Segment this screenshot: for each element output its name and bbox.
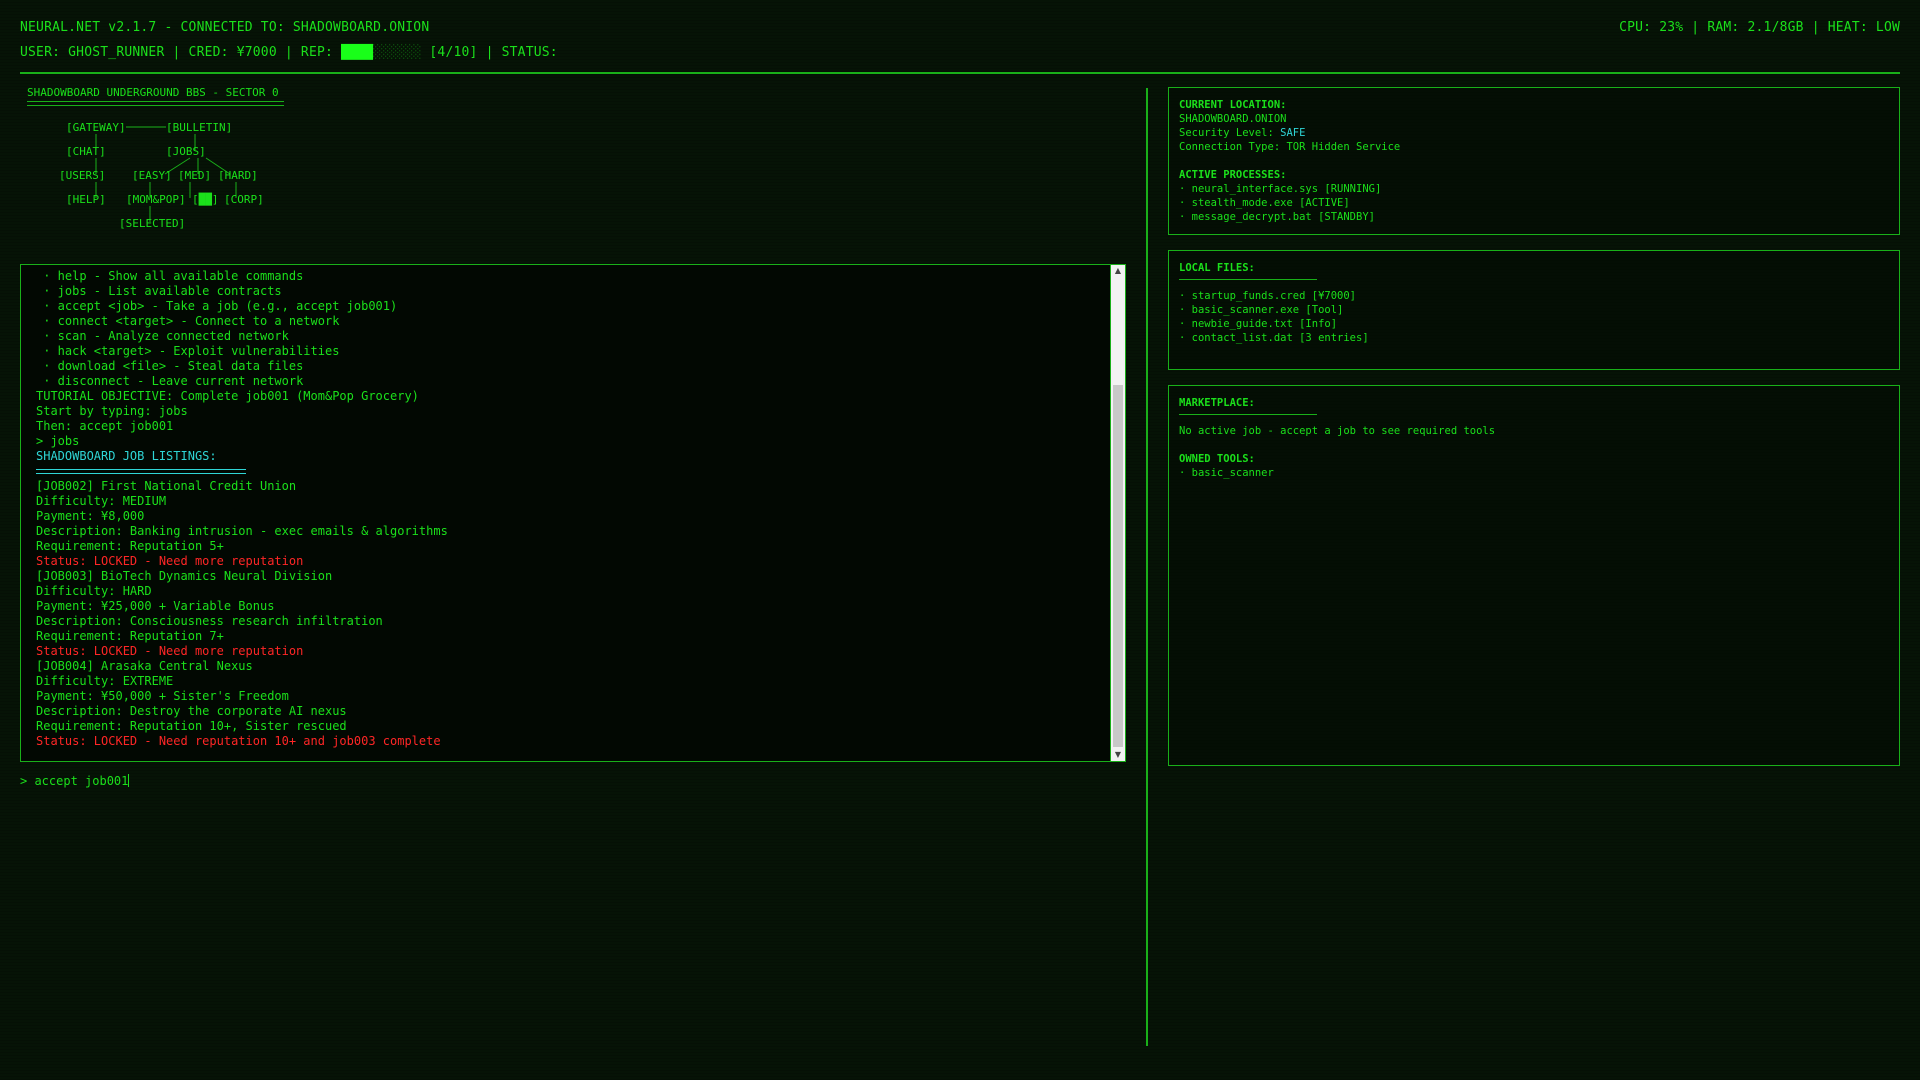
- terminal-line: Requirement: Reputation 10+, Sister resc…: [36, 719, 347, 733]
- processes-heading: ACTIVE PROCESSES:: [1179, 169, 1287, 181]
- bbs-title-underline: [27, 101, 284, 106]
- terminal-line: · scan - Analyze connected network: [36, 329, 289, 343]
- marketplace-panel: MARKETPLACE: No active job - accept a jo…: [1168, 385, 1900, 766]
- reputation-bar-empty: ░░░░░░: [373, 45, 422, 60]
- map-node-chat[interactable]: [CHAT]: [66, 146, 106, 158]
- marketplace-heading-rule: [1179, 414, 1317, 415]
- reputation-bar-filled: ████: [341, 45, 374, 60]
- file-item[interactable]: · contact_list.dat [3 entries]: [1179, 331, 1879, 345]
- location-heading: CURRENT LOCATION:: [1179, 99, 1287, 111]
- command-prompt: >: [20, 774, 35, 788]
- terminal-line: Difficulty: MEDIUM: [36, 494, 167, 508]
- file-item[interactable]: · basic_scanner.exe [Tool]: [1179, 303, 1879, 317]
- reputation-status-text: [4/10] | STATUS:: [421, 45, 558, 60]
- location-host: SHADOWBOARD.ONION: [1179, 113, 1287, 125]
- system-stats: CPU: 23% | RAM: 2.1/8GB | HEAT: LOW: [1619, 20, 1900, 35]
- terminal-line: Difficulty: EXTREME: [36, 674, 174, 688]
- terminal-line: Payment: ¥8,000: [36, 509, 145, 523]
- terminal-line: Requirement: Reputation 7+: [36, 629, 224, 643]
- map-node-users[interactable]: [USERS]: [59, 170, 105, 182]
- terminal-line: · connect <target> - Connect to a networ…: [36, 314, 340, 328]
- marketplace-heading: MARKETPLACE:: [1179, 397, 1255, 409]
- security-value: SAFE: [1280, 127, 1306, 139]
- terminal-line: Description: Consciousness research infi…: [36, 614, 383, 628]
- bbs-network-map: [GATEWAY] [BULLETIN] [CHAT] [JOBS] [USER…: [40, 120, 360, 250]
- terminal-line: · disconnect - Leave current network: [36, 374, 304, 388]
- terminal-scrollbar[interactable]: ▲ ▼: [1110, 265, 1125, 761]
- terminal-line: · help - Show all available commands: [36, 269, 304, 283]
- process-item: · stealth_mode.exe [ACTIVE]: [1179, 197, 1350, 209]
- current-node-open-bracket: [: [192, 193, 199, 206]
- terminal-line: · accept <job> - Take a job (e.g., accep…: [36, 299, 398, 313]
- user-cred-text: USER: GHOST_RUNNER | CRED: ¥7000 | REP:: [20, 45, 342, 60]
- terminal-line: Payment: ¥50,000 + Sister's Freedom: [36, 689, 289, 703]
- connection-title: NEURAL.NET v2.1.7 - CONNECTED TO: SHADOW…: [20, 20, 430, 35]
- map-node-help[interactable]: [HELP]: [66, 194, 106, 206]
- map-connections: [95, 126, 237, 222]
- terminal-line: TUTORIAL OBJECTIVE: Complete job001 (Mom…: [36, 389, 419, 403]
- terminal-line: Status: LOCKED - Need reputation 10+ and…: [36, 734, 441, 748]
- command-input[interactable]: > accept job001: [20, 774, 130, 788]
- status-header: NEURAL.NET v2.1.7 - CONNECTED TO: SHADOW…: [20, 14, 1900, 74]
- terminal-lines: · help - Show all available commands · j…: [36, 269, 1106, 749]
- terminal-line: > jobs: [36, 434, 80, 448]
- command-input-value[interactable]: accept job001: [34, 774, 128, 788]
- security-level: Security Level: SAFE: [1179, 126, 1879, 140]
- terminal-line: Difficulty: HARD: [36, 584, 152, 598]
- terminal-line: [JOB004] Arasaka Central Nexus: [36, 659, 253, 673]
- terminal-line: Status: LOCKED - Need more reputation: [36, 644, 304, 658]
- local-files-panel: LOCAL FILES: · startup_funds.cred [¥7000…: [1168, 250, 1900, 370]
- map-node-easy[interactable]: [EASY]: [132, 170, 172, 182]
- terminal-line: Description: Destroy the corporate AI ne…: [36, 704, 347, 718]
- panel-divider: [1146, 88, 1148, 1046]
- owned-tools-heading: OWNED TOOLS:: [1179, 453, 1255, 465]
- listing-rule: [36, 464, 1106, 479]
- map-node-bulletin[interactable]: [BULLETIN]: [166, 122, 232, 134]
- listing-rule-bar: [36, 469, 246, 474]
- terminal-line: · hack <target> - Exploit vulnerabilitie…: [36, 344, 340, 358]
- file-item[interactable]: · startup_funds.cred [¥7000]: [1179, 289, 1879, 303]
- process-item: · message_decrypt.bat [STANDBY]: [1179, 211, 1375, 223]
- location-panel: CURRENT LOCATION: SHADOWBOARD.ONION Secu…: [1168, 87, 1900, 235]
- scroll-up-arrow-icon[interactable]: ▲: [1111, 265, 1125, 277]
- scroll-down-arrow-icon[interactable]: ▼: [1111, 749, 1125, 761]
- terminal-line: · jobs - List available contracts: [36, 284, 282, 298]
- map-node-selected: [SELECTED]: [119, 217, 186, 230]
- main-console: SHADOWBOARD UNDERGROUND BBS - SECTOR 0 […: [20, 86, 1126, 1046]
- map-node-jobs[interactable]: [JOBS]: [166, 146, 206, 158]
- map-node-hard[interactable]: [HARD]: [218, 170, 258, 182]
- scroll-thumb[interactable]: [1113, 385, 1123, 747]
- terminal-line: [JOB002] First National Credit Union: [36, 479, 297, 493]
- map-node-current[interactable]: [██]: [192, 194, 219, 206]
- terminal-line: Requirement: Reputation 5+: [36, 539, 224, 553]
- user-status-line: USER: GHOST_RUNNER | CRED: ¥7000 | REP: …: [20, 45, 558, 60]
- process-item: · neural_interface.sys [RUNNING]: [1179, 183, 1382, 195]
- files-heading: LOCAL FILES:: [1179, 262, 1255, 274]
- map-node-corp[interactable]: [CORP]: [224, 194, 264, 206]
- map-node-gateway[interactable]: [GATEWAY]: [66, 122, 126, 134]
- file-item[interactable]: · newbie_guide.txt [Info]: [1179, 317, 1879, 331]
- owned-tool-item[interactable]: · basic_scanner: [1179, 466, 1879, 480]
- connection-type: Connection Type: TOR Hidden Service: [1179, 141, 1401, 153]
- map-node-mompop[interactable]: [MOM&POP]: [126, 194, 186, 206]
- files-heading-rule: [1179, 279, 1317, 280]
- current-position-marker: ██: [198, 193, 212, 206]
- terminal-line: SHADOWBOARD JOB LISTINGS:: [36, 449, 217, 463]
- text-cursor: [128, 774, 130, 787]
- map-node-med[interactable]: [MED]: [178, 170, 211, 182]
- bbs-title: SHADOWBOARD UNDERGROUND BBS - SECTOR 0: [27, 86, 279, 99]
- terminal-line: Payment: ¥25,000 + Variable Bonus: [36, 599, 275, 613]
- terminal-app: NEURAL.NET v2.1.7 - CONNECTED TO: SHADOW…: [0, 0, 1920, 1080]
- terminal-line: Status: LOCKED - Need more reputation: [36, 554, 304, 568]
- terminal-line: Start by typing: jobs: [36, 404, 188, 418]
- terminal-line: Description: Banking intrusion - exec em…: [36, 524, 448, 538]
- current-node-close-bracket: ]: [211, 193, 219, 206]
- terminal-line: Then: accept job001: [36, 419, 174, 433]
- terminal-line: [JOB003] BioTech Dynamics Neural Divisio…: [36, 569, 333, 583]
- terminal-output[interactable]: · help - Show all available commands · j…: [20, 264, 1126, 762]
- security-label: Security Level:: [1179, 127, 1281, 139]
- terminal-line: · download <file> - Steal data files: [36, 359, 304, 373]
- marketplace-message: No active job - accept a job to see requ…: [1179, 425, 1496, 437]
